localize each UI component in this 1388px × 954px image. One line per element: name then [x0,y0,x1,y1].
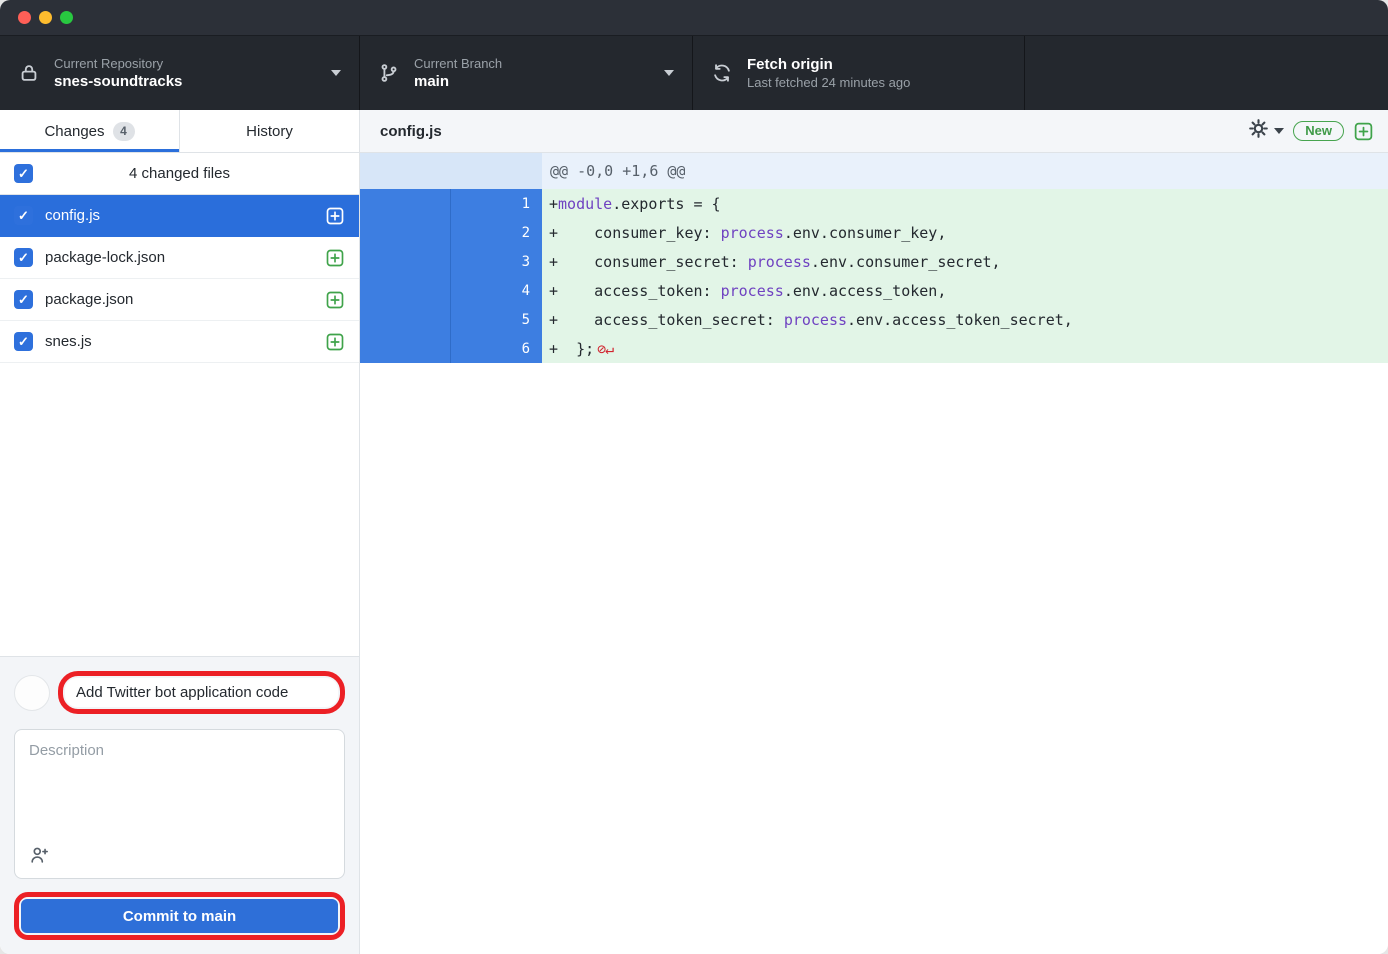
diff-line-gutter[interactable]: 4 [360,276,542,305]
file-added-status-icon [325,290,345,310]
minimize-window-button[interactable] [39,11,52,24]
git-branch-icon [378,62,400,84]
main-content: Changes 4 History 4 changed files ✓ ✓ con… [0,110,1388,954]
hunk-header-text: @@ -0,0 +1,6 @@ [542,153,1388,189]
diff-line-gutter[interactable]: 3 [360,247,542,276]
commit-button[interactable]: Commit to main [21,899,338,933]
tab-changes-label: Changes [44,123,104,140]
diff-added-line: 6+ };⊘↵ [360,334,1388,363]
chevron-down-icon [1274,128,1284,134]
changes-sidebar: Changes 4 History 4 changed files ✓ ✓ con… [0,110,360,954]
file-include-checkbox[interactable]: ✓ [14,332,33,351]
file-row[interactable]: ✓ snes.js [0,321,359,363]
fetch-title: Fetch origin [747,55,910,74]
select-all-checkbox[interactable]: ✓ [14,164,33,183]
diff-header: config.js New [360,110,1388,153]
diff-line-gutter[interactable]: 5 [360,305,542,334]
commit-summary-input[interactable]: Add Twitter bot application code [65,678,338,707]
annotation-summary-highlight: Add Twitter bot application code [58,671,345,714]
tab-history[interactable]: History [179,110,359,152]
diff-lines: 1+module.exports = {2+ consumer_key: pro… [360,189,1388,363]
file-include-checkbox[interactable]: ✓ [14,206,33,225]
line-number: 1 [451,189,542,218]
diff-added-line: 4+ access_token: process.env.access_toke… [360,276,1388,305]
commit-description-field[interactable]: Description [14,729,345,879]
diff-line-content: + access_token: process.env.access_token… [542,276,1388,305]
description-placeholder: Description [29,742,330,844]
file-list: ✓ config.js ✓ package-lock.json ✓ package.jso… [0,195,359,363]
diff-filename: config.js [380,123,1248,140]
changed-files-header: 4 changed files ✓ [0,153,359,195]
chevron-down-icon [664,70,674,76]
file-status-badge: New [1293,121,1344,141]
expand-diff-button[interactable] [1353,121,1374,142]
annotation-commit-highlight: Commit to main [14,892,345,940]
diff-line-gutter[interactable]: 2 [360,218,542,247]
file-row[interactable]: ✓ package.json [0,279,359,321]
diff-body: @@ -0,0 +1,6 @@ 1+module.exports = {2+ c… [360,153,1388,954]
diff-line-content: + };⊘↵ [542,334,1388,363]
close-window-button[interactable] [18,11,31,24]
line-number: 5 [451,305,542,334]
file-name: config.js [45,207,313,224]
file-list-empty-area [0,363,359,656]
file-include-checkbox[interactable]: ✓ [14,248,33,267]
branch-label: Current Branch [414,55,502,72]
tab-changes[interactable]: Changes 4 [0,110,179,152]
hunk-header-row: @@ -0,0 +1,6 @@ [360,153,1388,189]
file-include-checkbox[interactable]: ✓ [14,290,33,309]
file-added-status-icon [325,332,345,352]
gear-icon [1248,118,1269,144]
lock-icon [18,62,40,84]
branch-name: main [414,72,502,91]
line-number: 2 [451,218,542,247]
titlebar [0,0,1388,36]
changes-count-badge: 4 [113,122,135,141]
avatar [14,675,50,711]
diff-line-content: + consumer_key: process.env.consumer_key… [542,218,1388,247]
zoom-window-button[interactable] [60,11,73,24]
commit-form: Add Twitter bot application code Descrip… [0,656,359,954]
chevron-down-icon [331,70,341,76]
hunk-gutter [360,153,542,189]
diff-added-line: 5+ access_token_secret: process.env.acce… [360,305,1388,334]
diff-panel: config.js New [360,110,1388,954]
tab-history-label: History [246,123,293,140]
line-number: 6 [451,334,542,363]
changed-files-count: 4 changed files [0,165,359,182]
fetch-subtitle: Last fetched 24 minutes ago [747,74,910,91]
repository-label: Current Repository [54,55,182,72]
commit-branch-name: main [201,908,236,925]
line-number: 3 [451,247,542,276]
sync-icon [711,62,733,84]
diff-options-button[interactable] [1248,118,1284,144]
diff-added-line: 2+ consumer_key: process.env.consumer_ke… [360,218,1388,247]
file-row[interactable]: ✓ config.js [0,195,359,237]
diff-added-line: 3+ consumer_secret: process.env.consumer… [360,247,1388,276]
file-name: package.json [45,291,313,308]
toolbar: Current Repository snes-soundtracks Curr… [0,36,1388,110]
diff-line-content: +module.exports = { [542,189,1388,218]
diff-line-gutter[interactable]: 1 [360,189,542,218]
diff-line-content: + consumer_secret: process.env.consumer_… [542,247,1388,276]
repository-name: snes-soundtracks [54,72,182,91]
diff-added-line: 1+module.exports = { [360,189,1388,218]
diff-line-gutter[interactable]: 6 [360,334,542,363]
file-added-status-icon [325,206,345,226]
fetch-origin-button[interactable]: Fetch origin Last fetched 24 minutes ago [693,36,1025,110]
add-co-author-icon[interactable] [29,844,330,866]
current-repository-dropdown[interactable]: Current Repository snes-soundtracks [0,36,360,110]
file-name: package-lock.json [45,249,313,266]
app-window: Current Repository snes-soundtracks Curr… [0,0,1388,954]
line-number: 4 [451,276,542,305]
file-row[interactable]: ✓ package-lock.json [0,237,359,279]
diff-line-content: + access_token_secret: process.env.acces… [542,305,1388,334]
file-added-status-icon [325,248,345,268]
sidebar-tabs: Changes 4 History [0,110,359,153]
commit-summary-row: Add Twitter bot application code [14,671,345,714]
current-branch-dropdown[interactable]: Current Branch main [360,36,693,110]
file-name: snes.js [45,333,313,350]
